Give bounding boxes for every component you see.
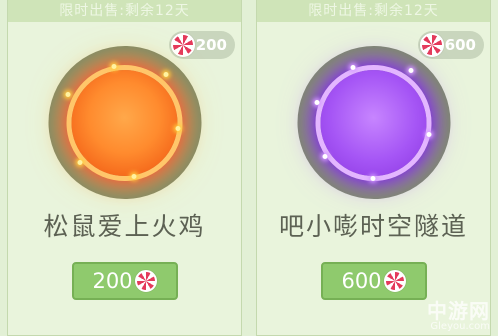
buy-button-price: 600 xyxy=(341,269,382,293)
sparkle-icon xyxy=(426,131,432,137)
fire-orb-effect xyxy=(65,63,181,179)
item-preview-pedestal xyxy=(48,46,201,199)
item-name: 松鼠爱上火鸡 xyxy=(43,212,206,241)
shop-item-card[interactable]: 限时出售:剩余12天 200 松鼠爱上火鸡 200 xyxy=(7,0,242,336)
sale-timer-banner: 限时出售:剩余12天 xyxy=(8,0,241,22)
sparkle-icon xyxy=(370,175,376,181)
candy-icon xyxy=(134,270,157,292)
site-watermark: 中游网 Gleyou.com xyxy=(427,295,490,332)
item-name: 吧小嘭时空隧道 xyxy=(278,212,468,241)
sparkle-icon xyxy=(350,64,356,70)
shop-item-card[interactable]: 限时出售:剩余12天 600 吧小嘭时空隧道 600 xyxy=(256,0,491,336)
price-badge-value: 600 xyxy=(444,36,476,54)
sparkle-icon xyxy=(408,67,414,73)
buy-button-price: 200 xyxy=(92,269,133,293)
price-badge: 200 xyxy=(169,31,235,59)
portal-orb-effect xyxy=(314,64,432,181)
watermark-cn: 中游网 xyxy=(427,299,490,323)
candy-icon xyxy=(420,33,444,57)
sparkle-icon xyxy=(175,125,181,131)
sparkle-icon xyxy=(111,63,117,69)
sparkle-icon xyxy=(314,99,320,105)
sparkle-icon xyxy=(163,71,169,77)
sale-timer-banner: 限时出售:剩余12天 xyxy=(257,0,490,22)
candy-icon xyxy=(171,33,195,57)
sparkle-icon xyxy=(131,173,137,179)
watermark-en: Gleyou.com xyxy=(430,321,490,332)
buy-button[interactable]: 600 xyxy=(320,262,427,300)
price-badge-value: 200 xyxy=(195,36,227,54)
item-preview-pedestal xyxy=(297,46,450,199)
sparkle-icon xyxy=(322,153,328,159)
sparkle-icon xyxy=(77,159,83,165)
buy-button[interactable]: 200 xyxy=(71,262,178,300)
candy-icon xyxy=(383,270,406,292)
sparkle-icon xyxy=(65,91,71,97)
price-badge: 600 xyxy=(418,31,484,59)
